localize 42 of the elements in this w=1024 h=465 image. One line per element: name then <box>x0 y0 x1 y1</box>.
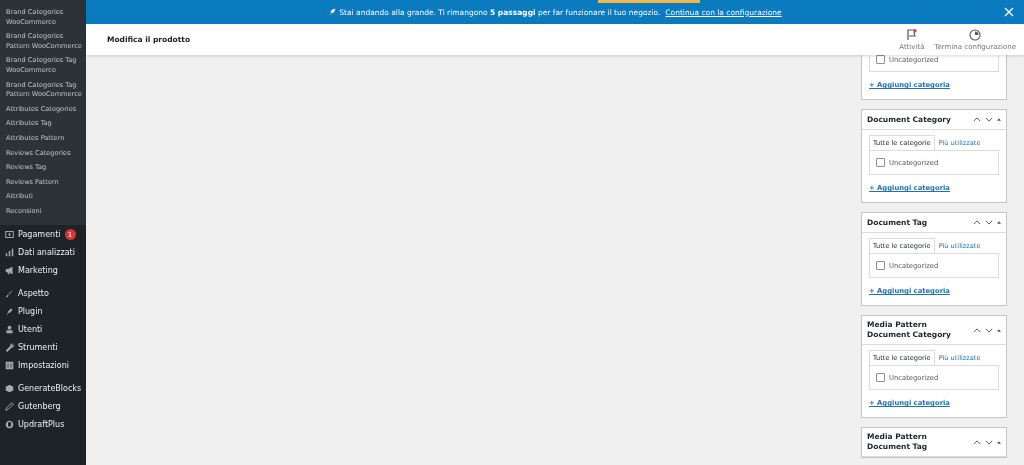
checkbox[interactable] <box>876 373 885 382</box>
megaphone-icon <box>5 266 14 275</box>
shield-icon <box>5 420 14 429</box>
collapse-triangle-icon[interactable] <box>997 221 1001 224</box>
user-icon <box>5 325 14 334</box>
checkbox[interactable] <box>876 261 885 270</box>
menu-item[interactable]: UpdraftPlus <box>18 420 65 429</box>
menu-item[interactable]: Dati analizzati <box>18 248 75 257</box>
menu-item[interactable]: Marketing <box>18 266 58 275</box>
chevron-up-icon[interactable] <box>973 439 981 445</box>
menu-item[interactable]: Gutenberg <box>18 402 61 411</box>
pencil-icon <box>5 402 14 411</box>
flag-icon <box>905 28 918 41</box>
menu-item[interactable]: Aspetto <box>18 289 49 298</box>
checkbox[interactable] <box>876 158 885 167</box>
menu-item[interactable]: Strumenti <box>18 343 58 352</box>
chevron-down-icon[interactable] <box>985 220 993 225</box>
sliders-icon <box>5 361 14 370</box>
rocket-icon <box>328 8 337 16</box>
card-icon <box>5 230 14 239</box>
checkbox[interactable] <box>876 55 885 64</box>
brush-icon <box>5 289 14 298</box>
chevron-down-icon[interactable] <box>985 439 993 445</box>
collapse-triangle-icon[interactable] <box>997 328 1001 332</box>
menu-item[interactable]: Utenti <box>18 325 43 334</box>
collapse-triangle-icon[interactable] <box>997 440 1001 444</box>
chevron-up-icon[interactable] <box>973 327 981 333</box>
chevron-up-icon[interactable] <box>973 220 981 225</box>
chevron-up-icon[interactable] <box>973 117 981 122</box>
menu-item[interactable]: Impostazioni <box>18 361 69 370</box>
menu-item[interactable]: Pagamenti <box>18 230 61 239</box>
collapse-triangle-icon[interactable] <box>997 118 1001 121</box>
plug-icon <box>5 307 14 316</box>
wrench-icon <box>5 343 14 352</box>
chevron-down-icon[interactable] <box>985 117 993 122</box>
close-icon[interactable] <box>1004 7 1014 17</box>
cube-icon <box>5 384 14 393</box>
chevron-down-icon[interactable] <box>985 327 993 333</box>
bar-chart-icon <box>5 248 14 257</box>
menu-item[interactable]: GenerateBlocks <box>18 384 82 393</box>
progress-circle-icon <box>969 28 982 41</box>
menu-item[interactable]: Plugin <box>18 307 43 316</box>
